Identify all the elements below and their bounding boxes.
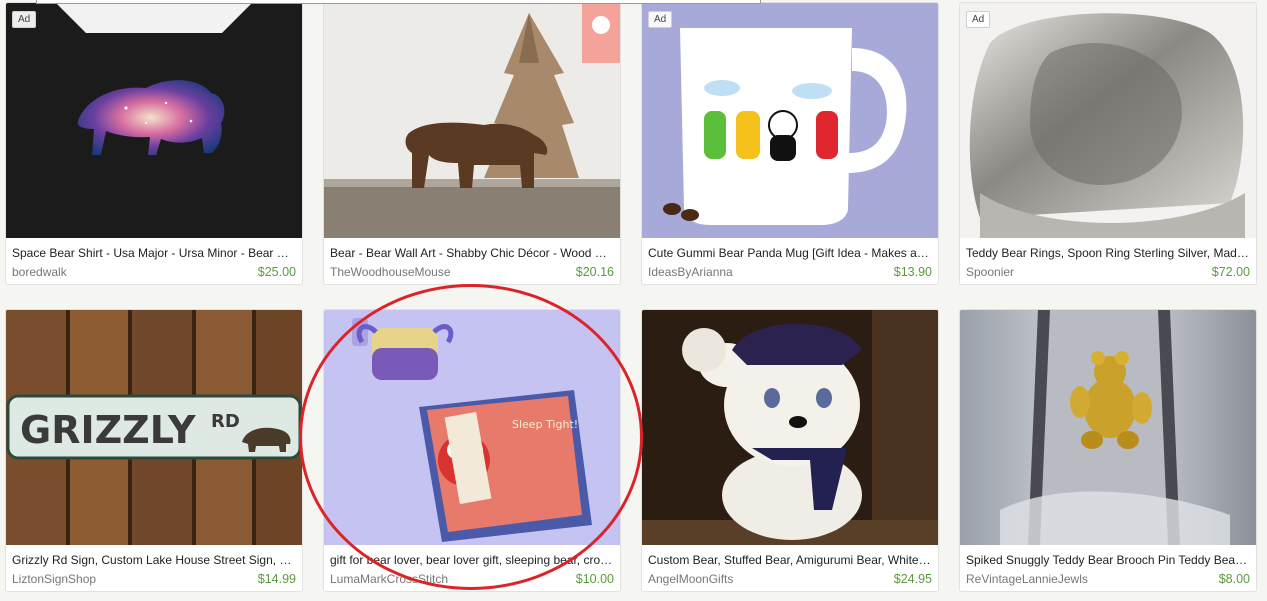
listing-card-cross-stitch[interactable]: Sleep Tight! gift for bear lover, bear l… xyxy=(323,309,621,592)
listing-title[interactable]: Grizzly Rd Sign, Custom Lake House Stree… xyxy=(12,553,296,567)
listing-image[interactable] xyxy=(642,310,938,545)
listing-image[interactable] xyxy=(960,310,1256,545)
shop-name[interactable]: Spoonier xyxy=(966,265,1014,279)
shop-name[interactable]: AngelMoonGifts xyxy=(648,572,733,586)
listing-price: $20.16 xyxy=(575,265,614,279)
listing-grid: Ad Space Bear Shirt - Usa Major - Ursa M… xyxy=(0,0,1267,601)
tooltip-strip xyxy=(36,0,761,4)
listing-price: $14.99 xyxy=(257,572,296,586)
listing-price: $8.00 xyxy=(1218,572,1250,586)
listing-card-wood-bear[interactable]: Bear - Bear Wall Art - Shabby Chic Décor… xyxy=(323,2,621,285)
listing-title[interactable]: Cute Gummi Bear Panda Mug [Gift Idea - M… xyxy=(648,246,932,260)
listing-image[interactable]: Ad xyxy=(960,3,1256,238)
ad-badge: Ad xyxy=(966,11,991,28)
listing-title[interactable]: Bear - Bear Wall Art - Shabby Chic Décor… xyxy=(330,246,614,260)
sign-sup: RD xyxy=(211,411,240,432)
listing-title[interactable]: Spiked Snuggly Teddy Bear Brooch Pin Ted… xyxy=(966,553,1250,567)
listing-title[interactable]: Teddy Bear Rings, Spoon Ring Sterling Si… xyxy=(966,246,1250,260)
listing-card-gummi-mug[interactable]: Ad Cute Gummi Bear Panda Mug [Gift Idea … xyxy=(641,2,939,285)
shop-name[interactable]: ReVintageLannieJewls xyxy=(966,572,1088,586)
listing-price: $72.00 xyxy=(1211,265,1250,279)
listing-card-amigurumi-bear[interactable]: Custom Bear, Stuffed Bear, Amigurumi Bea… xyxy=(641,309,939,592)
shop-name[interactable]: LiztonSignShop xyxy=(12,572,96,586)
shop-name[interactable]: boredwalk xyxy=(12,265,67,279)
listing-price: $10.00 xyxy=(575,572,614,586)
listing-image[interactable]: GRIZZLY RD xyxy=(6,310,302,545)
listing-card-teddy-ring[interactable]: Ad Teddy Bear Rings, Spoon Ring Sterling… xyxy=(959,2,1257,285)
shop-name[interactable]: TheWoodhouseMouse xyxy=(330,265,451,279)
listing-card-space-bear-shirt[interactable]: Ad Space Bear Shirt - Usa Major - Ursa M… xyxy=(5,2,303,285)
listing-price: $25.00 xyxy=(257,265,296,279)
ad-badge: Ad xyxy=(648,11,673,28)
listing-title[interactable]: Custom Bear, Stuffed Bear, Amigurumi Bea… xyxy=(648,553,932,567)
listing-title[interactable]: Space Bear Shirt - Usa Major - Ursa Mino… xyxy=(12,246,296,260)
listing-price: $13.90 xyxy=(893,265,932,279)
listing-card-grizzly-sign[interactable]: GRIZZLY RD Grizzly Rd Sign, Custom Lake … xyxy=(5,309,303,592)
ad-badge: Ad xyxy=(12,11,37,28)
listing-image[interactable]: Ad xyxy=(642,3,938,238)
shop-name[interactable]: LumaMarkCrossStitch xyxy=(330,572,448,586)
sign-text: GRIZZLY xyxy=(20,408,196,452)
listing-title[interactable]: gift for bear lover, bear lover gift, sl… xyxy=(330,553,614,567)
listing-image[interactable] xyxy=(324,3,620,238)
listing-image[interactable]: Ad xyxy=(6,3,302,238)
listing-image[interactable]: Sleep Tight! xyxy=(324,310,620,545)
svg-text:Sleep Tight!: Sleep Tight! xyxy=(512,418,578,431)
shop-name[interactable]: IdeasByArianna xyxy=(648,265,733,279)
listing-price: $24.95 xyxy=(893,572,932,586)
listing-card-teddy-brooch[interactable]: Spiked Snuggly Teddy Bear Brooch Pin Ted… xyxy=(959,309,1257,592)
